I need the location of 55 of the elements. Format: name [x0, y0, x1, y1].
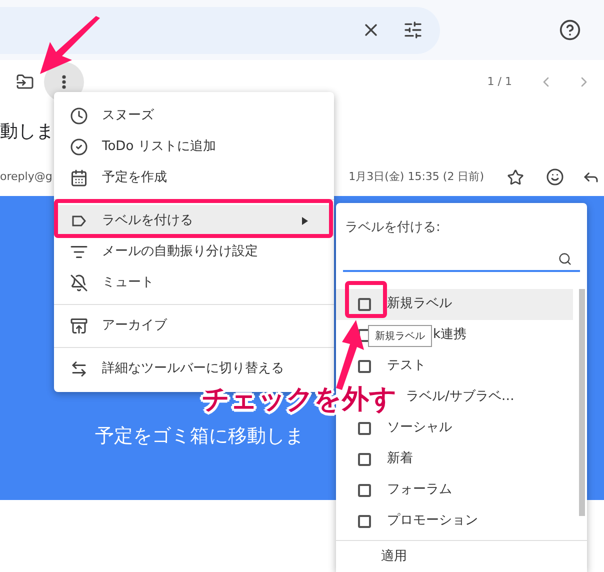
menu-item-label: アーカイブ	[102, 316, 167, 335]
swap-arrows-icon	[70, 360, 88, 378]
sender-address: oreply@g	[0, 168, 52, 185]
menu-item-label: メールの自動振り分け設定	[102, 242, 258, 261]
check-circle-icon	[70, 138, 88, 156]
menu-item-label: スヌーズ	[102, 106, 154, 125]
menu-item-label: 詳細なツールバーに切り替える	[102, 360, 284, 378]
archive-icon	[70, 316, 88, 334]
submenu-arrow-icon	[302, 216, 308, 224]
move-to-folder-icon[interactable]	[16, 73, 34, 91]
checkbox[interactable]	[358, 360, 371, 372]
email-subject: 動しま	[0, 120, 54, 144]
menu-item[interactable]: ミュート	[54, 267, 334, 298]
emoji-icon[interactable]	[546, 168, 564, 186]
menu-item[interactable]: アーカイブ	[54, 310, 334, 341]
menu-item-label: ミュート	[102, 274, 154, 292]
label-name: ラベル/サブラベ…	[406, 388, 514, 406]
checkbox[interactable]	[358, 298, 371, 310]
banner-text: 予定をゴミ箱に移動しま	[95, 424, 304, 448]
calendar-icon	[70, 168, 88, 186]
menu-item-label: ToDo リストに追加	[102, 138, 216, 156]
checkbox[interactable]	[358, 452, 371, 466]
clock-icon	[70, 106, 88, 124]
search-field[interactable]	[0, 6, 440, 54]
label-name: フォーラム	[387, 481, 452, 500]
label-name: ソーシャル	[387, 419, 452, 438]
menu-item[interactable]: スヌーズ	[54, 100, 334, 131]
label-panel-title: ラベルを付ける:	[344, 219, 442, 237]
more-icon	[62, 75, 66, 89]
menu-item[interactable]: 予定を作成	[54, 162, 334, 193]
menu-item[interactable]: メールの自動振り分け設定	[54, 236, 334, 267]
star-icon[interactable]	[507, 168, 524, 186]
checkbox[interactable]	[358, 484, 371, 496]
label-name: プロモーション	[387, 512, 478, 530]
search-icon	[558, 252, 572, 266]
label-name: k連携	[433, 326, 467, 344]
filter-settings-icon[interactable]	[403, 20, 423, 40]
label-name: テスト	[387, 357, 426, 376]
label-option[interactable]: 新規ラベル	[336, 288, 573, 320]
menu-item[interactable]: ToDo リストに追加	[54, 131, 334, 162]
highlight-frame	[345, 281, 387, 318]
page-count: 1 / 1	[487, 74, 512, 90]
scrollbar[interactable]	[579, 288, 585, 516]
apply-button[interactable]: 適用	[381, 546, 407, 566]
checkbox[interactable]	[358, 514, 371, 528]
mute-icon	[70, 274, 88, 292]
tooltip: 新規ラベル	[368, 325, 432, 347]
checkbox[interactable]	[358, 422, 371, 434]
label-name: 新規ラベル	[387, 295, 452, 314]
label-name: 新着	[387, 450, 413, 468]
help-icon[interactable]	[559, 19, 581, 41]
menu-item[interactable]: 詳細なツールバーに切り替える	[54, 353, 334, 384]
menu-item-label: 予定を作成	[102, 168, 167, 187]
email-date: 1月3日(金) 15:35 (2 日前)	[348, 168, 484, 185]
menu-item-label: ラベルを付ける	[102, 212, 193, 230]
